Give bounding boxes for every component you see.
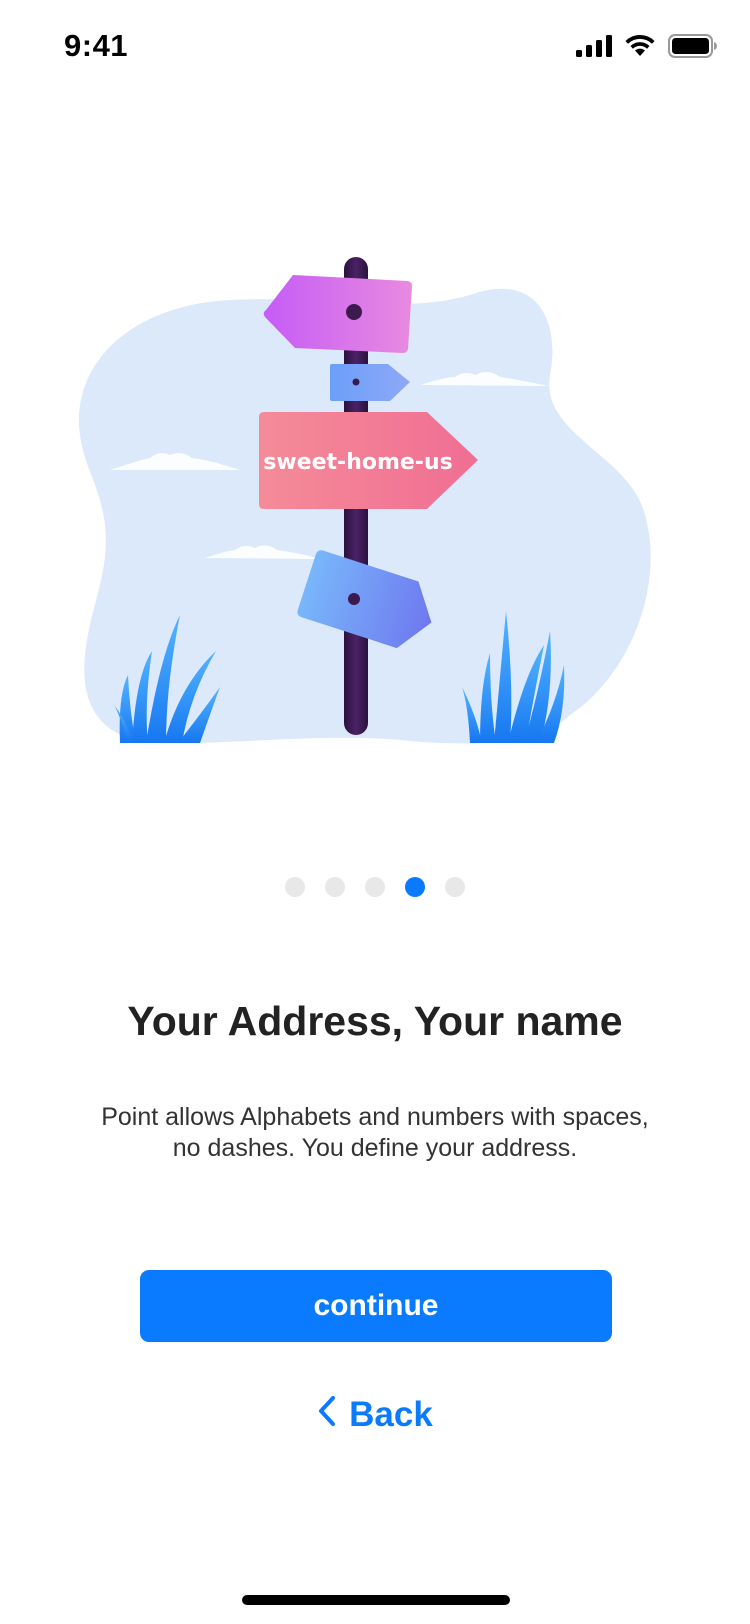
description-line: Point allows Alphabets and numbers with … [101,1103,649,1131]
page-title: Your Address, Your name [127,998,623,1044]
sign-label: sweet-home-us [263,450,452,475]
continue-button[interactable]: continue [140,1270,612,1342]
back-label: Back [349,1395,433,1434]
home-indicator [242,1595,510,1605]
wifi-icon [624,34,656,63]
status-bar: 9:41 [0,0,750,94]
back-button[interactable]: Back [300,1390,450,1440]
page-description: Point allows Alphabets and numbers with … [60,1102,690,1164]
description-line: no dashes. You define your address. [172,1134,578,1162]
pagination-dot[interactable] [445,877,465,897]
status-icons [576,34,718,63]
pagination-dot-active[interactable] [405,877,425,897]
pagination-dot[interactable] [285,877,305,897]
pagination-dot[interactable] [325,877,345,897]
chevron-left-icon [317,1395,337,1436]
signpost-illustration: sweet-home-us [70,255,680,785]
battery-icon [668,34,718,63]
status-time: 9:41 [64,28,129,63]
pagination-dot[interactable] [365,877,385,897]
pagination-dots [0,877,750,897]
cellular-signal-icon [576,35,612,62]
